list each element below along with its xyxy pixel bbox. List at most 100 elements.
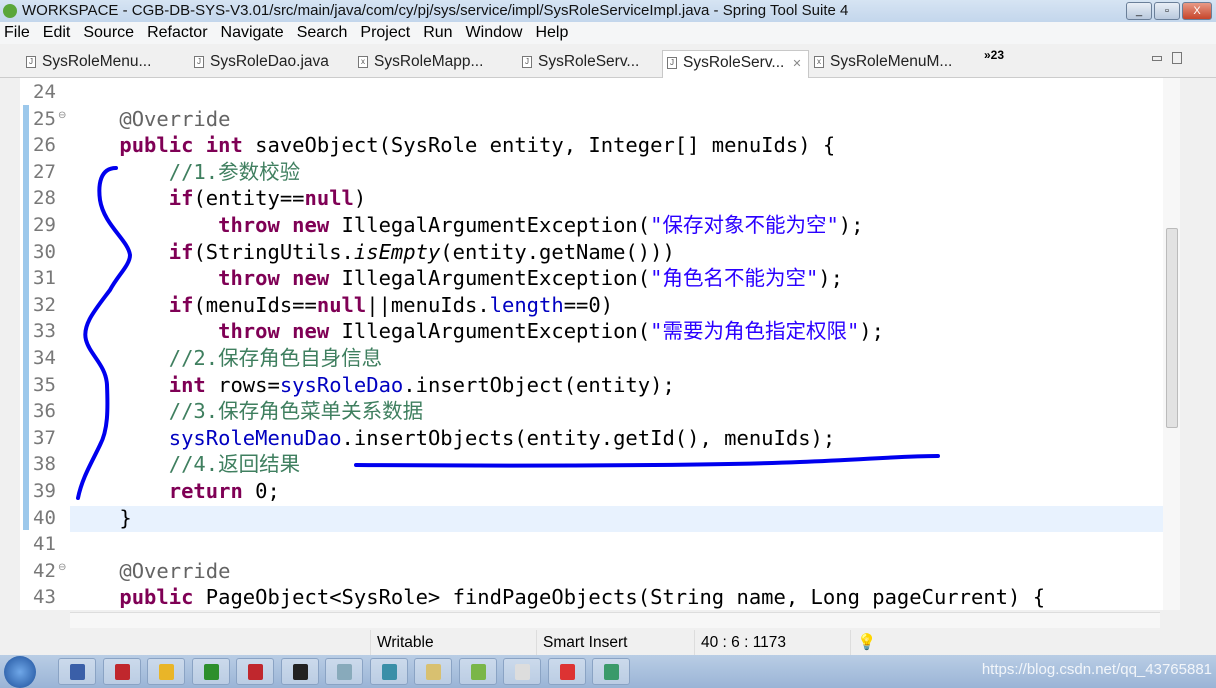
minimize-editor-icon[interactable] bbox=[1152, 56, 1162, 61]
app-icon bbox=[381, 664, 397, 680]
code-token: "保存对象不能为空" bbox=[650, 213, 839, 237]
vertical-scrollbar[interactable] bbox=[1163, 78, 1180, 610]
taskbar-app-2[interactable] bbox=[147, 658, 185, 685]
line-number: 30 bbox=[33, 240, 56, 263]
window-title-bar: WORKSPACE - CGB-DB-SYS-V3.01/src/main/ja… bbox=[0, 0, 1216, 22]
maximize-button[interactable]: ▫ bbox=[1154, 2, 1180, 20]
menu-help[interactable]: Help bbox=[535, 22, 568, 44]
app-icon bbox=[515, 664, 530, 680]
code-editor[interactable]: 24 25 ⊖ @Override 26 public int saveObject(… bbox=[20, 78, 1180, 610]
line-number: 39 bbox=[33, 480, 56, 502]
taskbar-app-4[interactable] bbox=[236, 658, 274, 685]
close-button[interactable]: X bbox=[1182, 2, 1212, 20]
fold-icon[interactable]: ⊖ bbox=[58, 110, 66, 121]
spring-tool-suite-logo-icon bbox=[3, 4, 17, 18]
status-bar: Writable Smart Insert 40 : 6 : 1173 💡 bbox=[0, 630, 1216, 655]
menu-window[interactable]: Window bbox=[466, 22, 523, 44]
start-button[interactable] bbox=[4, 656, 36, 688]
tab-4[interactable]: J SysRoleServ... ✕ bbox=[662, 50, 809, 78]
line-number: 35 bbox=[33, 373, 56, 396]
code-token: throw bbox=[218, 213, 280, 237]
taskbar-app-3[interactable] bbox=[191, 658, 230, 685]
tabs-overflow[interactable]: »23 bbox=[984, 48, 1004, 62]
code-token: 0; bbox=[242, 479, 280, 503]
code-token: null bbox=[316, 292, 367, 317]
code-line: public PageObject<SysRole> findPageObjec… bbox=[70, 584, 1045, 610]
menu-project[interactable]: Project bbox=[360, 22, 410, 44]
line-number: 24 bbox=[33, 81, 56, 103]
scroll-thumb[interactable] bbox=[1166, 228, 1178, 428]
taskbar-app-8[interactable] bbox=[414, 658, 452, 685]
tab-2[interactable]: x SysRoleMapp... bbox=[354, 50, 483, 78]
horizontal-scrollbar[interactable] bbox=[70, 612, 1160, 628]
tab-label: SysRoleMenuM... bbox=[830, 53, 953, 70]
taskbar-app-1[interactable] bbox=[102, 658, 141, 685]
tab-1[interactable]: J SysRoleDao.java bbox=[190, 50, 329, 78]
taskbar-app-11[interactable] bbox=[547, 658, 586, 685]
code-token: (menuIds== bbox=[193, 292, 317, 317]
code-line: //1.参数校验 bbox=[70, 159, 300, 186]
tab-0[interactable]: J SysRoleMenu... bbox=[22, 50, 151, 78]
taskbar-app-6[interactable] bbox=[325, 658, 363, 685]
code-token: ==0) bbox=[563, 292, 614, 317]
taskbar-app-10[interactable] bbox=[503, 658, 541, 685]
app-icon bbox=[159, 664, 174, 680]
minimize-button[interactable]: _ bbox=[1126, 2, 1152, 20]
java-file-icon: J bbox=[667, 57, 677, 69]
taskbar-app-9[interactable] bbox=[458, 658, 497, 685]
code-token: new bbox=[292, 213, 330, 237]
java-file-icon: J bbox=[194, 56, 204, 68]
code-line: if(menuIds==null||menuIds.length==0) bbox=[70, 292, 613, 319]
code-token: @Override bbox=[119, 558, 231, 583]
menu-search[interactable]: Search bbox=[297, 22, 348, 44]
code-token: public bbox=[119, 133, 194, 158]
code-token: "需要为角色指定权限" bbox=[650, 319, 860, 344]
line-number: 31 bbox=[33, 267, 56, 290]
taskbar-app-0[interactable] bbox=[58, 658, 96, 685]
menu-refactor[interactable]: Refactor bbox=[147, 22, 207, 44]
menu-edit[interactable]: Edit bbox=[43, 22, 71, 44]
menu-bar: File Edit Source Refactor Navigate Search Proj… bbox=[0, 22, 1216, 44]
menu-run[interactable]: Run bbox=[423, 22, 452, 44]
taskbar-app-5[interactable] bbox=[280, 658, 319, 685]
maximize-editor-icon[interactable] bbox=[1172, 52, 1182, 64]
xml-file-icon: x bbox=[814, 56, 824, 68]
code-token: .insertObjects(entity.getId(), menuIds); bbox=[341, 425, 836, 450]
current-line-highlight bbox=[70, 506, 1163, 532]
code-token: rows= bbox=[205, 372, 280, 397]
code-token: ) bbox=[353, 186, 367, 211]
code-token: (entity.getName())) bbox=[440, 239, 675, 264]
code-line: throw new IllegalArgumentException("角色名不… bbox=[70, 265, 843, 292]
taskbar-app-7[interactable] bbox=[369, 658, 408, 685]
code-line: return 0; bbox=[70, 478, 280, 505]
code-token: null bbox=[304, 186, 354, 211]
taskbar-app-12[interactable] bbox=[592, 658, 630, 685]
line-number: 33 bbox=[33, 320, 56, 343]
lightbulb-icon[interactable]: 💡 bbox=[850, 630, 880, 655]
fold-icon[interactable]: ⊖ bbox=[58, 562, 66, 573]
code-token: (entity== bbox=[193, 186, 305, 211]
code-token: if bbox=[168, 239, 194, 264]
java-file-icon: J bbox=[26, 56, 36, 68]
menu-navigate[interactable]: Navigate bbox=[221, 22, 284, 44]
app-icon bbox=[604, 664, 619, 680]
tab-3[interactable]: J SysRoleServ... bbox=[518, 50, 639, 78]
menu-file[interactable]: File bbox=[4, 22, 30, 44]
line-number: 37 bbox=[33, 426, 56, 449]
code-line: if(StringUtils.isEmpty(entity.getName())… bbox=[70, 239, 675, 266]
code-line: throw new IllegalArgumentException("保存对象… bbox=[70, 212, 863, 239]
menu-source[interactable]: Source bbox=[83, 22, 134, 44]
tab-label: SysRoleServ... bbox=[683, 54, 785, 71]
app-icon bbox=[337, 664, 352, 680]
close-tab-icon[interactable]: ✕ bbox=[792, 58, 801, 70]
tab-5[interactable]: x SysRoleMenuM... bbox=[810, 50, 952, 78]
